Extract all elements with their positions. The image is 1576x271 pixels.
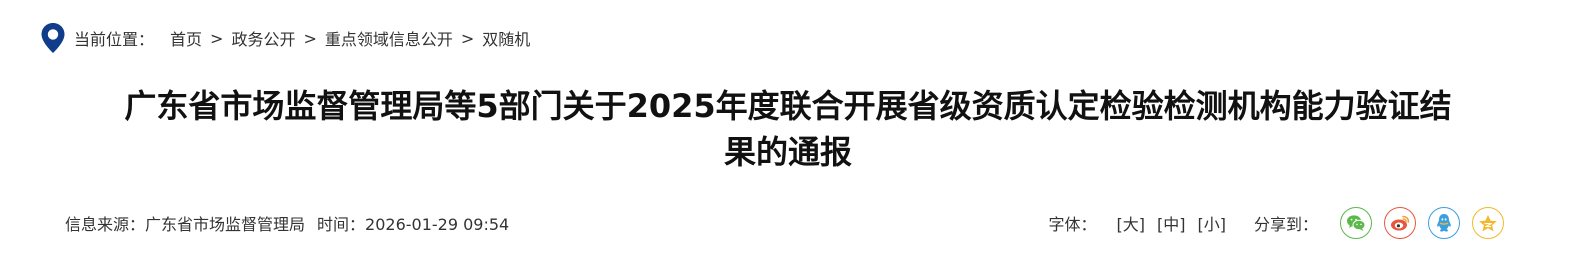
time-label: 时间： — [317, 215, 366, 234]
font-size-large-button[interactable]: [大] — [1116, 211, 1145, 235]
font-size-small-button[interactable]: [小] — [1197, 211, 1226, 235]
breadcrumb-separator: > — [303, 28, 317, 48]
weibo-icon — [1391, 215, 1410, 231]
breadcrumb-home-link[interactable]: 首页 — [170, 26, 202, 50]
source-label: 信息来源： — [65, 215, 146, 234]
qq-icon — [1437, 214, 1451, 232]
breadcrumb-separator: > — [460, 28, 475, 48]
font-size-label: 字体： — [1048, 215, 1097, 234]
share-label: 分享到： — [1253, 215, 1318, 234]
breadcrumb: 当前位置： 首页 > 政务公开 > 重点领域信息公开 > 双随机 — [40, 22, 530, 54]
breadcrumb-key-areas-link[interactable]: 重点领域信息公开 — [325, 26, 453, 50]
breadcrumb-label: 当前位置： — [74, 30, 155, 49]
qzone-star-icon — [1479, 214, 1497, 231]
wechat-icon — [1347, 215, 1366, 231]
breadcrumb-double-random-link[interactable]: 双随机 — [482, 26, 530, 50]
share-wechat-button[interactable] — [1340, 207, 1372, 239]
article-meta: 信息来源：广东省市场监督管理局 时间：2026-01-29 09:54 — [65, 211, 509, 235]
location-pin-icon — [40, 22, 66, 54]
article-title: 广东省市场监督管理局等5部门关于2025年度联合开展省级资质认定检验检测机构能力… — [60, 83, 1516, 175]
share-qq-button[interactable] — [1428, 207, 1460, 239]
source-value: 广东省市场监督管理局 — [145, 215, 306, 234]
article-title-line-1: 广东省市场监督管理局等5部门关于2025年度联合开展省级资质认定检验检测机构能力… — [124, 87, 1452, 125]
time-value: 2026-01-29 09:54 — [365, 215, 510, 234]
share-weibo-button[interactable] — [1384, 207, 1416, 239]
breadcrumb-separator: > — [210, 28, 224, 48]
share-qzone-button[interactable] — [1472, 207, 1504, 239]
breadcrumb-gov-affairs-link[interactable]: 政务公开 — [231, 26, 295, 50]
article-title-line-2: 果的通报 — [723, 133, 852, 171]
font-size-medium-button[interactable]: [中] — [1157, 211, 1186, 235]
article-tools: 字体： [大] [中] [小] 分享到： — [1048, 205, 1504, 241]
